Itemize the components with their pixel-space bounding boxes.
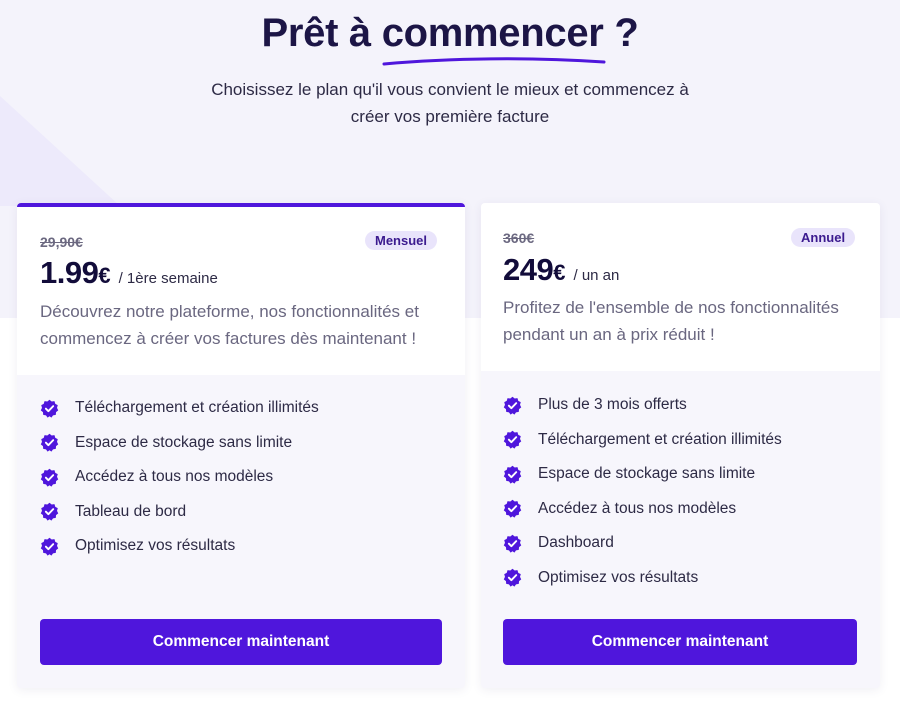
feature-label: Espace de stockage sans limite	[538, 465, 756, 483]
verified-check-icon	[503, 569, 522, 587]
plan-card-annual: 360€ Annuel 249 € / un an Profitez de l'…	[481, 203, 880, 688]
start-now-button-monthly[interactable]: Commencer maintenant	[40, 619, 442, 665]
feature-label: Optimisez vos résultats	[538, 568, 699, 586]
feature-item: Tableau de bord	[40, 495, 319, 530]
feature-item: Plus de 3 mois offerts	[503, 388, 782, 423]
plan-badge: Annuel	[791, 228, 856, 247]
verified-check-icon	[40, 468, 59, 487]
verified-check-icon	[503, 534, 522, 553]
verified-check-icon	[503, 500, 522, 518]
title-highlight: commencer	[381, 10, 606, 66]
feature-item: Accédez à tous nos modèles	[503, 492, 782, 527]
feature-item: Accédez à tous nos modèles	[40, 460, 319, 495]
feature-item: Téléchargement et création illimités	[40, 391, 319, 426]
price-currency: €	[98, 263, 111, 288]
feature-item: Espace de stockage sans limite	[503, 457, 782, 492]
title-highlight-text: commencer	[381, 11, 604, 55]
page-title: Prêt à commencer ?	[0, 10, 900, 66]
price-row: 249 € / un an	[503, 252, 619, 288]
price-period: / un an	[573, 267, 620, 284]
verified-check-icon	[40, 399, 59, 418]
plan-description: Profitez de l'ensemble de nos fonctionna…	[503, 298, 839, 344]
price-currency: €	[553, 260, 566, 285]
hero-header: Prêt à commencer ? Choisissez le plan qu…	[0, 0, 900, 130]
feature-item: Dashboard	[503, 526, 782, 561]
verified-check-icon	[40, 503, 59, 521]
feature-item: Optimisez vos résultats	[40, 529, 319, 564]
feature-item: Optimisez vos résultats	[503, 561, 782, 596]
feature-label: Optimisez vos résultats	[75, 537, 236, 555]
feature-label: Dashboard	[538, 534, 614, 552]
plan-card-monthly: 29,90€ Mensuel 1.99 € / 1ère semaine Déc…	[17, 203, 465, 688]
old-price: 360€	[503, 230, 535, 246]
title-suffix: ?	[603, 11, 639, 55]
feature-label: Accédez à tous nos modèles	[75, 468, 274, 486]
verified-check-icon	[503, 431, 522, 449]
feature-label: Téléchargement et création illimités	[538, 430, 782, 448]
feature-item: Espace de stockage sans limite	[40, 426, 319, 461]
price-period: / 1ère semaine	[118, 270, 218, 287]
feature-list: Plus de 3 mois offerts Téléchargement et…	[503, 388, 782, 595]
card-accent-bar	[17, 203, 465, 207]
plan-badge: Mensuel	[365, 231, 438, 250]
feature-label: Téléchargement et création illimités	[75, 399, 319, 417]
feature-label: Accédez à tous nos modèles	[538, 499, 737, 517]
start-now-button-annual[interactable]: Commencer maintenant	[503, 619, 857, 665]
verified-check-icon	[40, 434, 59, 452]
title-prefix: Prêt à	[261, 11, 382, 55]
price-row: 1.99 € / 1ère semaine	[40, 255, 218, 291]
feature-list: Téléchargement et création illimités Esp…	[40, 391, 319, 564]
old-price: 29,90€	[40, 234, 83, 250]
verified-check-icon	[40, 537, 59, 556]
feature-item: Téléchargement et création illimités	[503, 423, 782, 458]
plan-description: Découvrez notre plateforme, nos fonction…	[40, 302, 419, 348]
price-amount: 249	[503, 252, 554, 287]
feature-label: Plus de 3 mois offerts	[538, 396, 687, 414]
page-subtitle: Choisissez le plan qu'il vous convient l…	[211, 80, 689, 126]
verified-check-icon	[503, 465, 522, 484]
feature-label: Tableau de bord	[75, 502, 187, 520]
underline-swash-icon	[382, 57, 606, 66]
feature-label: Espace de stockage sans limite	[75, 433, 293, 451]
verified-check-icon	[503, 396, 522, 415]
price-amount: 1.99	[40, 255, 99, 290]
